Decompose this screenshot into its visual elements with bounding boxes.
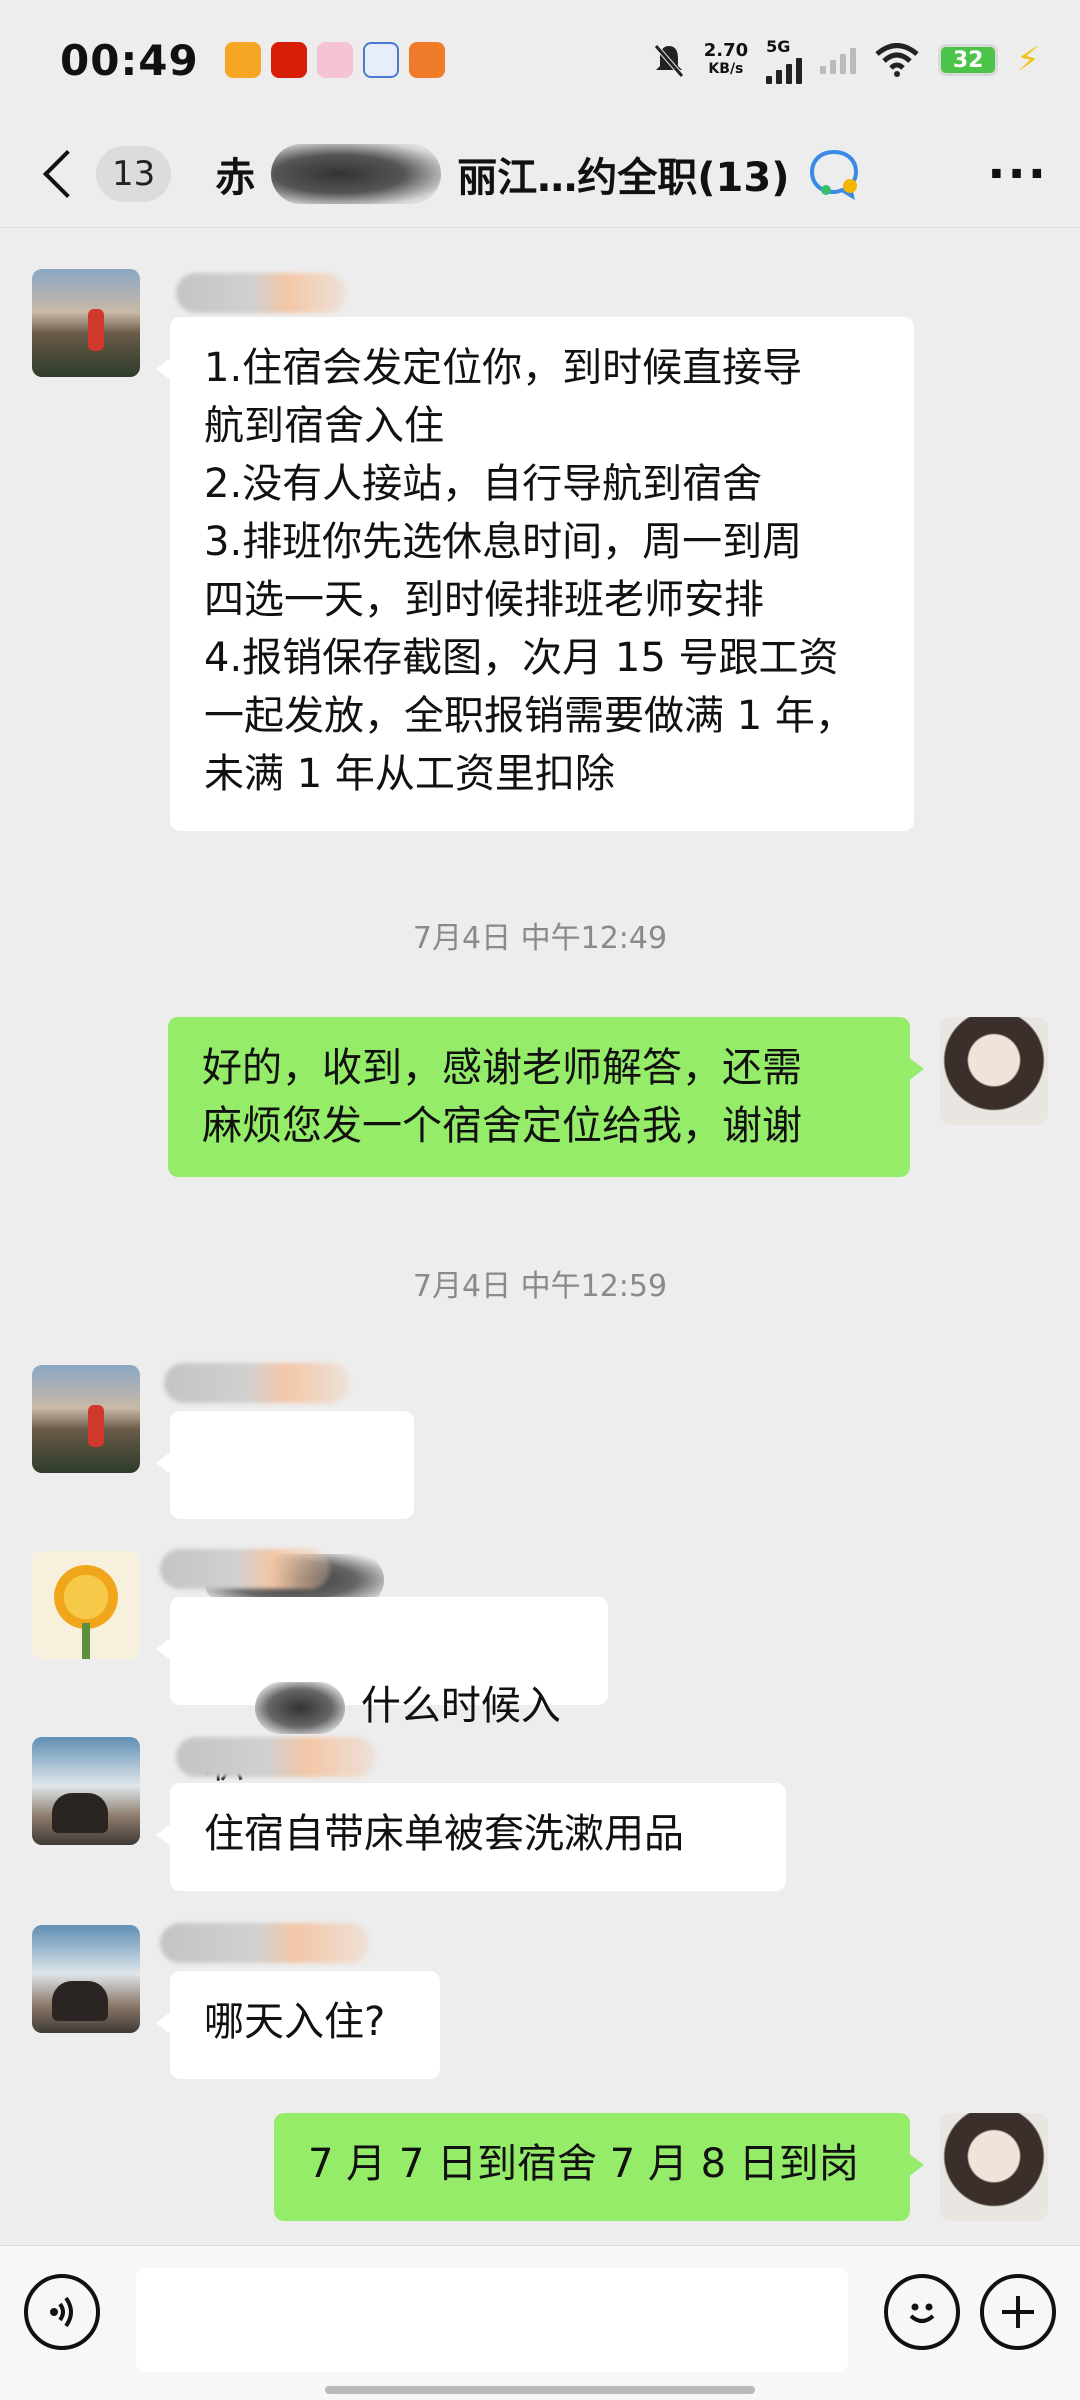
chat-header: 13 赤 丽江…约全职(13) ··· bbox=[0, 120, 1080, 228]
voice-input-button[interactable] bbox=[24, 2274, 100, 2350]
chat-assistant-icon[interactable] bbox=[806, 146, 862, 202]
status-time: 00:49 bbox=[60, 35, 199, 85]
input-bar bbox=[0, 2245, 1080, 2400]
avatar[interactable] bbox=[32, 1737, 140, 1845]
news-app-icon bbox=[270, 42, 307, 78]
more-functions-button[interactable] bbox=[980, 2274, 1056, 2350]
signal-bars-icon bbox=[766, 56, 803, 84]
signal-5g: 5G bbox=[766, 36, 803, 84]
chat-title-prefix: 赤 bbox=[215, 154, 256, 201]
redacted-sender-name bbox=[176, 1737, 376, 1777]
avatar[interactable] bbox=[940, 2113, 1048, 2221]
avatar[interactable] bbox=[32, 1925, 140, 2033]
orange-app-icon bbox=[408, 42, 445, 78]
net-speed-value: 2.70 bbox=[703, 40, 749, 61]
redacted-sender-name bbox=[176, 273, 346, 313]
net-speed: 2.70 KB/s bbox=[704, 42, 748, 78]
mute-bell-icon bbox=[653, 44, 684, 78]
message-bubble[interactable]: 好的，收到，感谢老师解答，还需 麻烦您发一个宿舍定位给我，谢谢 bbox=[168, 1017, 924, 1177]
redacted-mention bbox=[254, 1682, 345, 1734]
wifi-icon bbox=[875, 43, 919, 77]
flower-app-icon bbox=[316, 42, 353, 78]
voice-icon bbox=[50, 2296, 73, 2328]
message-input[interactable] bbox=[136, 2268, 848, 2372]
redacted-sender-name bbox=[160, 1923, 370, 1963]
plus-icon bbox=[1002, 2296, 1034, 2328]
avatar[interactable] bbox=[32, 269, 140, 377]
avatar[interactable] bbox=[32, 1365, 140, 1473]
avatar[interactable] bbox=[940, 1017, 1048, 1125]
net-speed-unit: KB/s bbox=[708, 61, 744, 77]
message-timestamp: 7月4日 中午12:49 bbox=[412, 921, 668, 956]
battery-icon: 32 bbox=[938, 44, 999, 76]
emoji-icon bbox=[909, 2303, 935, 2323]
battery-level: 32 bbox=[952, 47, 984, 73]
message-timestamp: 7月4日 中午12:59 bbox=[412, 1269, 668, 1304]
redacted-title bbox=[271, 143, 442, 204]
back-button[interactable]: 13 bbox=[32, 145, 172, 202]
status-left: 00:49 bbox=[60, 36, 445, 85]
redacted-sender-name bbox=[160, 1549, 330, 1589]
back-chevron-icon bbox=[42, 149, 92, 198]
message-bubble[interactable] bbox=[156, 1411, 414, 1606]
chat-title[interactable]: 赤 丽江…约全职(13) bbox=[215, 143, 987, 204]
emoji-button[interactable] bbox=[884, 2274, 960, 2350]
signal-bars-sim2-icon bbox=[820, 46, 857, 74]
blue-app-icon bbox=[362, 42, 399, 78]
message-bubble[interactable]: 住宿自带床单被套洗漱用品 bbox=[156, 1783, 786, 1891]
chat-title-suffix: 丽江…约全职(13) bbox=[457, 154, 790, 201]
message-bubble[interactable]: 哪天入住? bbox=[156, 1971, 440, 2079]
charging-bolt-icon: ⚡ bbox=[1016, 40, 1040, 80]
message-bubble[interactable]: 7 月 7 日到宿舍 7 月 8 日到岗 bbox=[274, 2113, 924, 2221]
avatar[interactable] bbox=[32, 1551, 140, 1659]
weibo-icon bbox=[224, 42, 261, 78]
status-bar: 00:49 2.70 KB/s 5G 32 ⚡ bbox=[0, 0, 1080, 120]
unread-count-badge: 13 bbox=[96, 145, 172, 202]
status-right: 2.70 KB/s 5G 32 ⚡ bbox=[652, 37, 1040, 84]
message-bubble[interactable]: 什么时候入职 bbox=[156, 1597, 608, 1787]
message-bubble[interactable]: 1.住宿会发定位你，到时候直接导 航到宿舍入住 2.没有人接站，自行导航到宿舍 … bbox=[156, 317, 914, 831]
chat-message-list[interactable]: 1.住宿会发定位你，到时候直接导 航到宿舍入住 2.没有人接站，自行导航到宿舍 … bbox=[0, 229, 1080, 2244]
redacted-sender-name bbox=[164, 1363, 350, 1403]
more-options-button[interactable]: ··· bbox=[987, 146, 1048, 202]
network-type: 5G bbox=[766, 36, 791, 56]
home-indicator[interactable] bbox=[325, 2386, 755, 2394]
